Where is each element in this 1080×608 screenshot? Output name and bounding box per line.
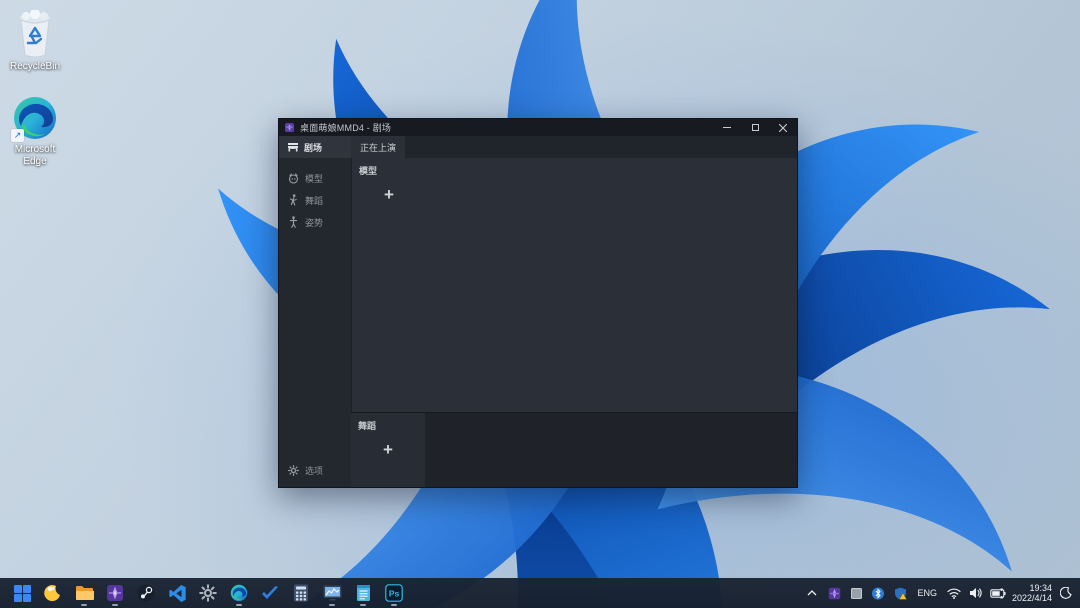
window-controls xyxy=(713,119,797,136)
steam-icon xyxy=(137,584,155,602)
desktop-icon-microsoft-edge[interactable]: ↗ Microsoft Edge xyxy=(2,95,68,168)
blue-check-icon xyxy=(262,586,278,599)
vscode-icon xyxy=(168,584,186,602)
app-window: 桌面萌娘MMD4 - 剧场 剧场 正在上演 模型 舞蹈 姿势 选项 模型 + 舞… xyxy=(278,118,798,488)
notepad-button[interactable] xyxy=(350,579,376,607)
wifi-icon[interactable] xyxy=(946,585,962,601)
volume-icon[interactable] xyxy=(968,585,984,601)
sidebar-item-poses-label: 姿势 xyxy=(305,217,324,228)
running-indicator xyxy=(81,604,87,606)
running-indicator xyxy=(236,604,242,606)
system-monitor-icon xyxy=(323,585,341,601)
settings-gear-icon xyxy=(199,584,217,602)
running-indicator xyxy=(112,604,118,606)
edge-label: Microsoft Edge xyxy=(14,144,56,167)
svg-text:Ps: Ps xyxy=(389,589,400,599)
running-indicator xyxy=(360,604,366,606)
dance-section-label: 舞蹈 xyxy=(358,421,377,431)
system-tray: ENG 19:34 2022/4/14 xyxy=(804,578,1080,608)
tray-desktopmmd-icon[interactable] xyxy=(826,585,842,601)
desktop-icon-recycle-bin[interactable]: RecycleBin xyxy=(2,10,68,73)
monitor-app-button[interactable] xyxy=(319,579,345,607)
desktopmmd-icon xyxy=(107,585,123,601)
tray-date: 2022/4/14 xyxy=(1011,593,1052,603)
photoshop-button[interactable]: Ps xyxy=(381,579,407,607)
close-button[interactable] xyxy=(769,119,797,136)
edge-taskbar-button[interactable] xyxy=(226,579,252,607)
minimize-button[interactable] xyxy=(713,119,741,136)
window-body: 模型 舞蹈 姿势 选项 模型 + 舞蹈 + xyxy=(279,158,797,487)
sidebar-item-theater-label: 剧场 xyxy=(304,142,323,153)
moon-weather-icon xyxy=(44,585,60,602)
add-model-button[interactable]: + xyxy=(376,182,402,208)
sidebar-item-dances[interactable]: 舞蹈 xyxy=(279,189,351,211)
folder-icon xyxy=(75,586,94,600)
window-titlebar[interactable]: 桌面萌娘MMD4 - 剧场 xyxy=(279,119,797,136)
sidebar-item-models-label: 模型 xyxy=(305,173,324,184)
tray-chevron-up-icon[interactable] xyxy=(804,585,820,601)
tray-security-shield-icon[interactable] xyxy=(892,585,908,601)
tab-now-showing-label: 正在上演 xyxy=(360,142,397,153)
vscode-button[interactable] xyxy=(164,579,190,607)
gear-icon xyxy=(288,464,299,476)
tray-bluetooth-icon[interactable] xyxy=(870,585,886,601)
running-indicator xyxy=(391,604,397,606)
dance-icon xyxy=(289,194,297,206)
settings-button[interactable] xyxy=(195,579,221,607)
minimize-icon xyxy=(723,127,731,128)
pose-icon xyxy=(289,216,298,228)
window-sidebar: 模型 舞蹈 姿势 选项 xyxy=(279,158,351,487)
maximize-button[interactable] xyxy=(741,119,769,136)
language-indicator[interactable]: ENG xyxy=(914,588,940,598)
file-explorer-button[interactable] xyxy=(71,579,97,607)
taskbar-clock[interactable]: 19:34 2022/4/14 xyxy=(1012,583,1052,603)
focus-moon-icon[interactable] xyxy=(1058,585,1074,601)
theater-icon xyxy=(288,143,298,152)
sidebar-item-options-label: 选项 xyxy=(305,465,324,476)
start-button[interactable] xyxy=(9,579,35,607)
desktop: RecycleBin ↗ Microsoft Edge 桌面萌娘MMD4 - 剧… xyxy=(0,0,1080,608)
models-section-label: 模型 xyxy=(359,166,378,176)
photoshop-icon: Ps xyxy=(385,584,403,602)
sidebar-item-models[interactable]: 模型 xyxy=(279,167,351,189)
theater-main-area: 模型 + 舞蹈 + xyxy=(351,158,797,487)
model-icon xyxy=(288,172,299,184)
dance-track-area xyxy=(425,413,797,487)
tray-app-square-icon[interactable] xyxy=(848,585,864,601)
shortcut-arrow-icon: ↗ xyxy=(11,129,24,142)
tab-now-showing[interactable]: 正在上演 xyxy=(351,136,406,158)
recycle-bin-icon xyxy=(20,10,50,58)
tray-time: 19:34 xyxy=(1029,583,1052,593)
weather-button[interactable] xyxy=(40,579,66,607)
desktop-icon-area: RecycleBin ↗ Microsoft Edge xyxy=(2,10,68,190)
steam-button[interactable] xyxy=(133,579,159,607)
running-indicator xyxy=(329,604,335,606)
app-icon xyxy=(285,123,294,132)
battery-charging-icon[interactable] xyxy=(990,585,1006,601)
taskbar: Ps ENG 19:34 2022/4/14 xyxy=(0,578,1080,608)
check-app-button[interactable] xyxy=(257,579,283,607)
calculator-button[interactable] xyxy=(288,579,314,607)
windows-start-icon xyxy=(13,584,31,602)
desktopmmd-taskbar-button[interactable] xyxy=(102,579,128,607)
sidebar-item-theater[interactable]: 剧场 xyxy=(279,136,351,158)
calculator-icon xyxy=(294,584,308,602)
sidebar-item-poses[interactable]: 姿势 xyxy=(279,211,351,233)
window-nav-row: 剧场 正在上演 xyxy=(279,136,797,158)
close-icon xyxy=(779,123,787,132)
sidebar-item-options[interactable]: 选项 xyxy=(279,459,351,481)
dance-panel: 舞蹈 + xyxy=(351,413,425,487)
dance-strip: 舞蹈 + xyxy=(351,412,797,487)
recycle-bin-label: RecycleBin xyxy=(9,61,61,72)
add-dance-button[interactable]: + xyxy=(375,437,401,463)
window-title: 桌面萌娘MMD4 - 剧场 xyxy=(300,123,392,133)
taskbar-apps: Ps xyxy=(0,579,407,607)
models-panel: 模型 + xyxy=(351,158,797,412)
maximize-icon xyxy=(751,124,759,131)
edge-taskbar-icon xyxy=(230,584,248,602)
sidebar-item-dances-label: 舞蹈 xyxy=(305,195,324,206)
notepad-icon xyxy=(356,585,370,601)
